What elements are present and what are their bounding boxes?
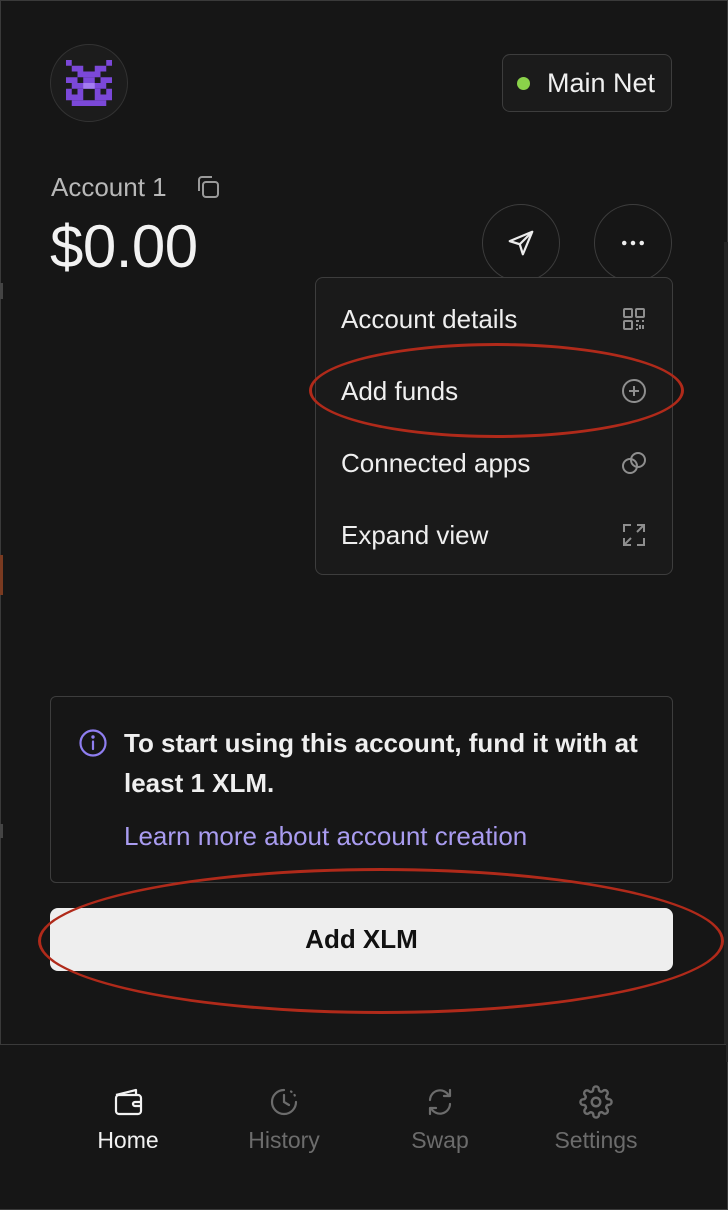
menu-item-connected-apps[interactable]: Connected apps (341, 435, 648, 491)
copy-icon[interactable] (194, 173, 222, 201)
qr-code-icon (623, 308, 645, 330)
menu-item-account-details[interactable]: Account details (341, 291, 648, 347)
nav-item-label: History (248, 1127, 320, 1153)
nav-item-history[interactable]: History (214, 1085, 354, 1154)
account-name[interactable]: Account 1 (51, 172, 167, 203)
scrollbar-track (724, 242, 728, 1062)
nav-item-label: Settings (554, 1127, 638, 1153)
nav-item-label: Swap (411, 1127, 469, 1153)
nav-item-label: Home (97, 1127, 159, 1153)
menu-item-label: Connected apps (341, 447, 531, 478)
expand-icon (623, 524, 645, 546)
menu-item-add-funds[interactable]: Add funds (341, 363, 648, 419)
edge-mark (0, 555, 3, 595)
identicon-icon (66, 60, 112, 106)
send-icon (508, 230, 534, 256)
swap-icon (428, 1088, 452, 1116)
bottom-navigation: Home History Swap Settings (0, 1044, 726, 1209)
link-circles-icon (622, 452, 646, 474)
funding-notice: To start using this account, fund it wit… (50, 696, 673, 883)
network-label: Main Net (547, 67, 656, 98)
send-button[interactable] (482, 204, 560, 282)
menu-item-label: Add funds (341, 375, 459, 406)
add-xlm-button[interactable]: Add XLM (50, 908, 673, 971)
account-balance: $0.00 (50, 213, 198, 280)
edge-mark (0, 824, 3, 838)
gear-icon (579, 1085, 613, 1119)
more-icon (622, 240, 644, 246)
nav-item-settings[interactable]: Settings (526, 1085, 666, 1154)
account-options-menu: Account details Add funds Connected apps… (315, 277, 673, 575)
plus-circle-icon (622, 379, 646, 403)
add-xlm-button-label: Add XLM (305, 924, 418, 954)
more-options-button[interactable] (594, 204, 672, 282)
edge-mark (0, 283, 3, 299)
learn-more-link[interactable]: Learn more about account creation (124, 821, 527, 852)
menu-item-expand-view[interactable]: Expand view (341, 507, 648, 563)
account-avatar[interactable] (50, 44, 128, 122)
wallet-icon (114, 1088, 143, 1116)
info-icon (79, 729, 107, 757)
nav-item-home[interactable]: Home (58, 1085, 198, 1154)
funding-notice-text: To start using this account, fund it wit… (124, 728, 638, 798)
network-selector[interactable]: Main Net (502, 54, 672, 112)
menu-item-label: Account details (341, 303, 518, 334)
network-status-dot (517, 76, 530, 90)
nav-item-swap[interactable]: Swap (370, 1085, 510, 1154)
menu-item-label: Expand view (341, 519, 489, 550)
history-icon (270, 1088, 298, 1116)
